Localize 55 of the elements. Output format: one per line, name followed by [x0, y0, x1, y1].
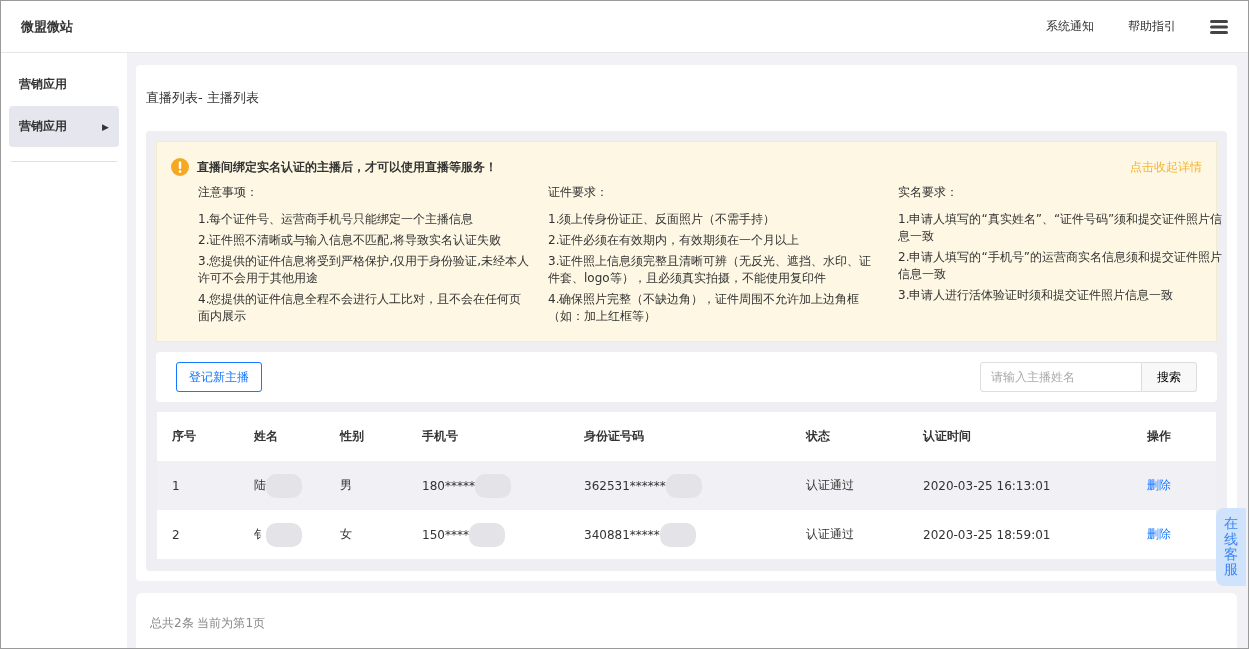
column-header: 身份证号码 [584, 428, 645, 445]
online-service-tab[interactable]: 在线客服 [1216, 508, 1246, 586]
notice-section-title: 证件要求： [548, 184, 609, 201]
table-cell: 362531****** [584, 478, 666, 493]
table-cell: 180***** [422, 478, 475, 493]
table-cell: 女 [340, 526, 352, 543]
warning-icon [171, 158, 189, 176]
notice-item: 2.申请人填写的“手机号”的运营商实名信息须和提交证件照片信息一致 [898, 249, 1223, 283]
sidebar-item[interactable]: 营销应用 ▶ [9, 106, 119, 147]
notice-item: 2.证件必须在有效期内，有效期须在一个月以上 [548, 232, 801, 249]
delete-link[interactable]: 删除 [1147, 477, 1216, 494]
notice-item: 4.您提供的证件信息全程不会进行人工比对，且不会在任何页面内展示 [198, 291, 523, 325]
blurred-patch [659, 522, 696, 547]
column-header: 性别 [340, 428, 365, 445]
table-cell: 陆 [254, 477, 266, 494]
pagination-summary: 总共2条 当前为第1页 [150, 616, 266, 630]
notice-item: 3.申请人进行活体验证时须和提交证件照片信息一致 [898, 287, 1175, 304]
delete-link[interactable]: 删除 [1147, 526, 1216, 543]
notice-item: 3.您提供的证件信息将受到严格保护,仅用于身份验证,未经本人许可不会用于其他用途 [198, 253, 531, 287]
column-header: 序号 [172, 428, 197, 445]
table-cell: 2020-03-25 16:13:01 [923, 478, 1051, 493]
notice-item: 3.证件照上信息须完整且清晰可辨（无反光、遮挡、水印、证件套、logo等），且必须真实拍摄，不能使用复印件 [548, 253, 873, 287]
notice-item: 1.每个证件号、运营商手机号只能绑定一个主播信息 [198, 211, 475, 228]
notice-item: 1.须上传身份证正、反面照片（不需手持） [548, 211, 777, 228]
header-link[interactable]: 系统通知 [1046, 18, 1094, 35]
notice-section-title: 实名要求： [898, 184, 959, 201]
site-logo: 微盟微站 [21, 17, 74, 36]
add-anchor-button[interactable]: 登记新主播 [176, 362, 262, 392]
column-header: 状态 [806, 428, 831, 445]
page-title: 直播列表- 主播列表 [146, 89, 260, 107]
search-button[interactable]: 搜索 [1142, 362, 1197, 392]
menu-icon[interactable] [1210, 18, 1228, 35]
notice-item: 4.确保照片完整（不缺边角），证件周围不允许加上边角框（如：加上红框等） [548, 291, 861, 325]
notice-item: 1.申请人填写的“真实姓名”、“证件号码”须和提交证件照片信息一致 [898, 211, 1224, 245]
sidebar-title: 营销应用 [18, 76, 68, 93]
table-cell: 认证通过 [806, 526, 854, 543]
table-cell: 认证通过 [806, 477, 854, 494]
column-header: 操作 [1147, 428, 1172, 445]
header-link[interactable]: 帮助指引 [1128, 18, 1176, 35]
table-cell: 340881***** [584, 527, 660, 542]
column-header: 姓名 [254, 428, 279, 445]
notice-section-title: 注意事项： [198, 184, 259, 201]
blurred-patch [266, 522, 302, 547]
column-header: 手机号 [422, 428, 459, 445]
blurred-patch [468, 522, 505, 547]
table-cell: 2 [172, 527, 180, 542]
notice-headline: 直播间绑定实名认证的主播后，才可以使用直播等服务！ [197, 158, 498, 176]
notice-item: 2.证件照不清晰或与输入信息不匹配,将导致实名认证失败 [198, 232, 503, 249]
table-cell: 2020-03-25 18:59:01 [923, 527, 1051, 542]
column-header: 认证时间 [923, 428, 972, 445]
table-cell: 1 [172, 478, 180, 493]
search-field[interactable]: 请输入主播姓名 [980, 362, 1142, 392]
table-cell: 男 [340, 477, 352, 494]
table-cell: 150**** [422, 527, 469, 542]
table-cell: 钅 [254, 526, 266, 543]
